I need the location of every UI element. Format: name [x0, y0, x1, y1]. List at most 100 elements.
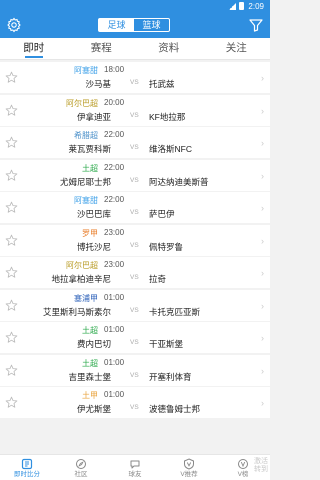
battery-icon	[239, 2, 245, 10]
vs-label: VS	[130, 306, 139, 314]
nav-friends[interactable]: 球友	[108, 455, 162, 480]
match-row[interactable]: 土甲 01:00 伊尤斯堡 VS 波德鲁姆士邦 ›	[0, 387, 270, 418]
league-label: 土超	[82, 326, 98, 335]
league-label: 罗甲	[82, 228, 98, 238]
match-time: 22:00	[104, 195, 125, 204]
home-team: 沙巴巴库	[76, 209, 111, 219]
match-time: 18:00	[104, 65, 125, 74]
match-time: 22:00	[104, 130, 125, 139]
chat-icon	[130, 460, 140, 469]
nav-label: 球友	[128, 471, 142, 478]
league-label: 阿尔巴超	[66, 261, 98, 270]
match-row[interactable]: 土超 01:00 费内巴切 VS 干亚斯堡 ›	[0, 322, 270, 353]
chevron-right-icon: ›	[261, 203, 264, 213]
home-team: 沙马基	[85, 79, 111, 89]
vs-label: VS	[130, 111, 139, 119]
nav-live-score[interactable]: 即时比分	[0, 455, 54, 480]
status-time: 2:09	[248, 1, 264, 11]
signal-icon	[229, 2, 237, 10]
nav-v-recommend[interactable]: V推荐	[162, 455, 216, 480]
league-label: 塞浦甲	[74, 293, 98, 303]
nav-v-rank[interactable]: V榜 激活 转到	[216, 455, 270, 480]
chevron-right-icon: ›	[261, 73, 264, 83]
away-team: KF地拉那	[149, 111, 186, 122]
vs-label: VS	[130, 79, 139, 86]
match-time: 23:00	[104, 260, 125, 269]
tab-bar: 即时 赛程 资料 关注	[0, 38, 270, 60]
status-icons	[229, 2, 245, 10]
segment-football[interactable]: 足球	[99, 19, 134, 31]
chevron-right-icon: ›	[261, 138, 264, 148]
status-bar: 2:09	[0, 0, 270, 12]
v-badge-icon	[238, 459, 248, 469]
home-team: 费内巴切	[76, 339, 111, 349]
match-time: 01:00	[104, 292, 125, 302]
bottom-nav: 即时比分 社区 球友 V推荐 V榜 激活 转到	[0, 454, 270, 480]
home-team: 艾里斯利马斯素尔	[42, 306, 111, 317]
league-label: 希腊超	[74, 131, 98, 140]
match-time: 20:00	[104, 97, 125, 107]
match-row[interactable]: 塞浦甲 01:00 艾里斯利马斯素尔 VS 卡托克匹亚斯 ›	[0, 289, 270, 321]
match-row[interactable]: 土超 01:00 吉里森士堡 VS 开塞利体育 ›	[0, 354, 270, 386]
tab-live[interactable]: 即时	[0, 38, 68, 59]
tab-follow[interactable]: 关注	[203, 38, 271, 59]
league-label: 阿塞甜	[74, 196, 98, 205]
watermark-line1: 激活	[254, 458, 268, 465]
match-list: 阿塞甜 18:00 沙马基 VS 托武兹 › 阿尔巴超 20:00 伊拿迪亚 V…	[0, 62, 270, 454]
tab-schedule[interactable]: 赛程	[68, 38, 136, 59]
segment-basketball[interactable]: 篮球	[134, 19, 169, 31]
chevron-right-icon: ›	[261, 268, 264, 278]
v-shield-icon	[184, 458, 194, 470]
match-row[interactable]: 希腊超 22:00 莱瓦贾科斯 VS 维洛斯NFC ›	[0, 127, 270, 158]
away-team: 干亚斯堡	[149, 339, 184, 349]
nav-label: V推荐	[180, 471, 198, 478]
home-team: 伊拿迪亚	[76, 111, 111, 122]
chevron-right-icon: ›	[261, 170, 264, 181]
match-time: 01:00	[104, 357, 125, 367]
watermark-line2: 转到	[254, 466, 268, 473]
away-team: 维洛斯NFC	[149, 144, 192, 154]
vs-label: VS	[130, 144, 139, 151]
nav-label: 即时比分	[14, 471, 40, 478]
vs-label: VS	[130, 339, 139, 346]
home-team: 博托沙尼	[76, 241, 111, 252]
league-label: 土甲	[82, 391, 98, 400]
match-time: 01:00	[104, 325, 125, 334]
home-team: 尤姆尼耶士邦	[59, 176, 111, 187]
away-team: 波德鲁姆士邦	[149, 404, 201, 414]
match-time: 01:00	[104, 390, 125, 399]
tab-data[interactable]: 资料	[135, 38, 203, 59]
chevron-right-icon: ›	[261, 105, 264, 116]
nav-community[interactable]: 社区	[54, 455, 108, 480]
away-team: 阿达纳迪美斯普	[149, 176, 209, 187]
league-label: 阿塞甜	[74, 66, 98, 75]
vs-label: VS	[130, 404, 139, 411]
match-row[interactable]: 阿塞甜 18:00 沙马基 VS 托武兹 ›	[0, 62, 270, 93]
home-team: 地拉拿柏迪辛尼	[51, 274, 111, 284]
match-row[interactable]: 土超 22:00 尤姆尼耶士邦 VS 阿达纳迪美斯普 ›	[0, 159, 270, 191]
vs-label: VS	[130, 371, 139, 379]
away-team: 拉奇	[149, 274, 167, 284]
league-label: 阿尔巴超	[66, 98, 98, 108]
league-label: 土超	[82, 358, 98, 368]
away-team: 托武兹	[149, 79, 175, 89]
away-team: 萨巴伊	[149, 209, 175, 219]
match-row[interactable]: 阿尔巴超 20:00 伊拿迪亚 VS KF地拉那 ›	[0, 94, 270, 126]
nav-label: 社区	[74, 471, 88, 478]
match-row[interactable]: 罗甲 23:00 博托沙尼 VS 佩特罗鲁 ›	[0, 224, 270, 256]
home-team: 吉里森士堡	[68, 371, 111, 382]
match-time: 23:00	[104, 227, 125, 237]
vs-label: VS	[130, 241, 139, 249]
vs-label: VS	[130, 176, 139, 184]
match-row[interactable]: 阿尔巴超 23:00 地拉拿柏迪辛尼 VS 拉奇 ›	[0, 257, 270, 288]
match-row[interactable]: 阿塞甜 22:00 沙巴巴库 VS 萨巴伊 ›	[0, 192, 270, 223]
home-team: 莱瓦贾科斯	[68, 144, 111, 154]
filter-icon[interactable]	[248, 17, 264, 33]
gear-icon[interactable]	[6, 17, 22, 33]
chevron-right-icon: ›	[261, 300, 264, 311]
chevron-right-icon: ›	[261, 365, 264, 376]
league-label: 土超	[82, 163, 98, 173]
top-bar: 足球 篮球	[0, 12, 270, 38]
compass-icon	[76, 459, 86, 469]
vs-label: VS	[130, 209, 139, 216]
